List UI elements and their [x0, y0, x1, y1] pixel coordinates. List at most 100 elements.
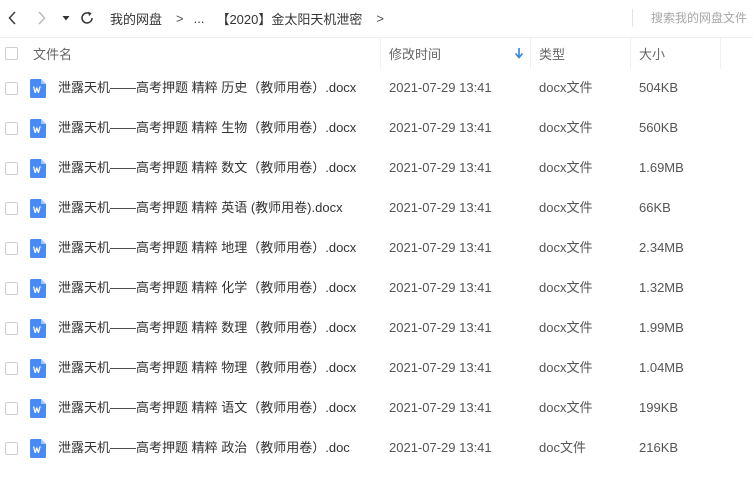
row-checkbox[interactable] [5, 402, 18, 415]
file-row[interactable]: 泄露天机——高考押题 精粹 地理（教师用卷）.docx 2021-07-29 1… [0, 228, 753, 268]
row-checkbox[interactable] [5, 362, 18, 375]
row-checkbox[interactable] [5, 322, 18, 335]
file-name[interactable]: 泄露天机——高考押题 精粹 政治（教师用卷）.doc [58, 428, 350, 468]
file-type: docx文件 [539, 80, 593, 95]
chevron-left-icon [8, 11, 16, 25]
file-name[interactable]: 泄露天机——高考押题 精粹 数理（教师用卷）.docx [58, 308, 356, 348]
file-modified: 2021-07-29 13:41 [389, 240, 492, 255]
file-type: docx文件 [539, 160, 593, 175]
row-checkbox[interactable] [5, 122, 18, 135]
breadcrumb-root[interactable]: 我的网盘 [110, 9, 162, 28]
file-type: docx文件 [539, 400, 593, 415]
file-modified: 2021-07-29 13:41 [389, 320, 492, 335]
sort-desc-arrow-icon[interactable] [514, 38, 524, 68]
breadcrumb-separator: > [176, 10, 184, 26]
select-all-checkbox[interactable] [5, 46, 18, 60]
row-checkbox[interactable] [5, 442, 18, 455]
chevron-right-icon [38, 11, 46, 25]
file-row[interactable]: 泄露天机——高考押题 精粹 政治（教师用卷）.doc 2021-07-29 13… [0, 428, 753, 468]
file-type: doc文件 [539, 440, 586, 455]
file-name[interactable]: 泄露天机——高考押题 精粹 历史（教师用卷）.docx [58, 68, 356, 108]
row-checkbox[interactable] [5, 282, 18, 295]
back-button[interactable] [3, 8, 23, 28]
file-row[interactable]: 泄露天机——高考押题 精粹 数理（教师用卷）.docx 2021-07-29 1… [0, 308, 753, 348]
file-name[interactable]: 泄露天机——高考押题 精粹 地理（教师用卷）.docx [58, 228, 356, 268]
file-modified: 2021-07-29 13:41 [389, 360, 492, 375]
refresh-icon [81, 11, 93, 24]
column-divider[interactable] [630, 38, 631, 69]
breadcrumb-current[interactable]: 【2020】金太阳天机泄密 [216, 9, 362, 28]
file-modified: 2021-07-29 13:41 [389, 200, 492, 215]
file-size: 1.04MB [639, 360, 684, 375]
file-type: docx文件 [539, 240, 593, 255]
file-name[interactable]: 泄露天机——高考押题 精粹 物理（教师用卷）.docx [58, 348, 356, 388]
file-type: docx文件 [539, 200, 593, 215]
search-divider [632, 9, 633, 27]
row-checkbox[interactable] [5, 162, 18, 175]
file-row[interactable]: 泄露天机——高考押题 精粹 物理（教师用卷）.docx 2021-07-29 1… [0, 348, 753, 388]
file-row[interactable]: 泄露天机——高考押题 精粹 历史（教师用卷）.docx 2021-07-29 1… [0, 68, 753, 108]
file-size: 560KB [639, 120, 679, 135]
column-header-modified[interactable]: 修改时间 [389, 38, 441, 68]
file-name[interactable]: 泄露天机——高考押题 精粹 语文（教师用卷）.docx [58, 388, 356, 428]
file-size: 66KB [639, 200, 671, 215]
word-doc-icon [30, 279, 46, 298]
word-doc-icon [30, 399, 46, 418]
file-size: 504KB [639, 80, 679, 95]
column-divider[interactable] [380, 38, 381, 69]
word-doc-icon [30, 199, 46, 218]
word-doc-icon [30, 79, 46, 98]
file-row[interactable]: 泄露天机——高考押题 精粹 生物（教师用卷）.docx 2021-07-29 1… [0, 108, 753, 148]
file-row[interactable]: 泄露天机——高考押题 精粹 化学（教师用卷）.docx 2021-07-29 1… [0, 268, 753, 308]
word-doc-icon [30, 239, 46, 258]
column-divider[interactable] [530, 38, 531, 69]
file-row[interactable]: 泄露天机——高考押题 精粹 数文（教师用卷）.docx 2021-07-29 1… [0, 148, 753, 188]
file-modified: 2021-07-29 13:41 [389, 400, 492, 415]
file-modified: 2021-07-29 13:41 [389, 440, 492, 455]
file-size: 1.32MB [639, 280, 684, 295]
row-checkbox[interactable] [5, 242, 18, 255]
file-size: 1.69MB [639, 160, 684, 175]
word-doc-icon [30, 319, 46, 338]
file-modified: 2021-07-29 13:41 [389, 160, 492, 175]
history-dropdown-button[interactable] [56, 8, 76, 28]
file-row[interactable]: 泄露天机——高考押题 精粹 英语 (教师用卷).docx 2021-07-29 … [0, 188, 753, 228]
file-size: 199KB [639, 400, 679, 415]
word-doc-icon [30, 119, 46, 138]
select-all-checkbox-cell[interactable] [5, 38, 18, 68]
file-size: 2.34MB [639, 240, 684, 255]
row-checkbox[interactable] [5, 82, 18, 95]
row-checkbox[interactable] [5, 202, 18, 215]
search-input[interactable] [640, 6, 753, 30]
file-modified: 2021-07-29 13:41 [389, 280, 492, 295]
file-name[interactable]: 泄露天机——高考押题 精粹 生物（教师用卷）.docx [58, 108, 356, 148]
word-doc-icon [30, 439, 46, 458]
file-modified: 2021-07-29 13:41 [389, 80, 492, 95]
breadcrumb-ellipsis[interactable]: ... [194, 11, 205, 26]
forward-button[interactable] [31, 8, 51, 28]
file-type: docx文件 [539, 360, 593, 375]
file-size: 1.99MB [639, 320, 684, 335]
file-type: docx文件 [539, 280, 593, 295]
file-list: 泄露天机——高考押题 精粹 历史（教师用卷）.docx 2021-07-29 1… [0, 68, 753, 468]
breadcrumb-separator: > [376, 10, 384, 26]
refresh-button[interactable] [77, 8, 97, 28]
file-modified: 2021-07-29 13:41 [389, 120, 492, 135]
column-divider[interactable] [720, 38, 721, 69]
word-doc-icon [30, 359, 46, 378]
file-type: docx文件 [539, 320, 593, 335]
file-list-header: 文件名 修改时间 类型 大小 [0, 37, 753, 69]
column-header-size[interactable]: 大小 [639, 38, 665, 68]
file-row[interactable]: 泄露天机——高考押题 精粹 语文（教师用卷）.docx 2021-07-29 1… [0, 388, 753, 428]
breadcrumb: 我的网盘 > ... 【2020】金太阳天机泄密 > [110, 0, 394, 36]
column-header-type[interactable]: 类型 [539, 38, 565, 68]
file-size: 216KB [639, 440, 679, 455]
file-type: docx文件 [539, 120, 593, 135]
column-header-name[interactable]: 文件名 [33, 38, 72, 68]
word-doc-icon [30, 159, 46, 178]
file-name[interactable]: 泄露天机——高考押题 精粹 英语 (教师用卷).docx [58, 188, 343, 228]
caret-down-icon [62, 16, 70, 21]
file-name[interactable]: 泄露天机——高考押题 精粹 数文（教师用卷）.docx [58, 148, 356, 188]
file-name[interactable]: 泄露天机——高考押题 精粹 化学（教师用卷）.docx [58, 268, 356, 308]
toolbar: 我的网盘 > ... 【2020】金太阳天机泄密 > [0, 0, 753, 36]
